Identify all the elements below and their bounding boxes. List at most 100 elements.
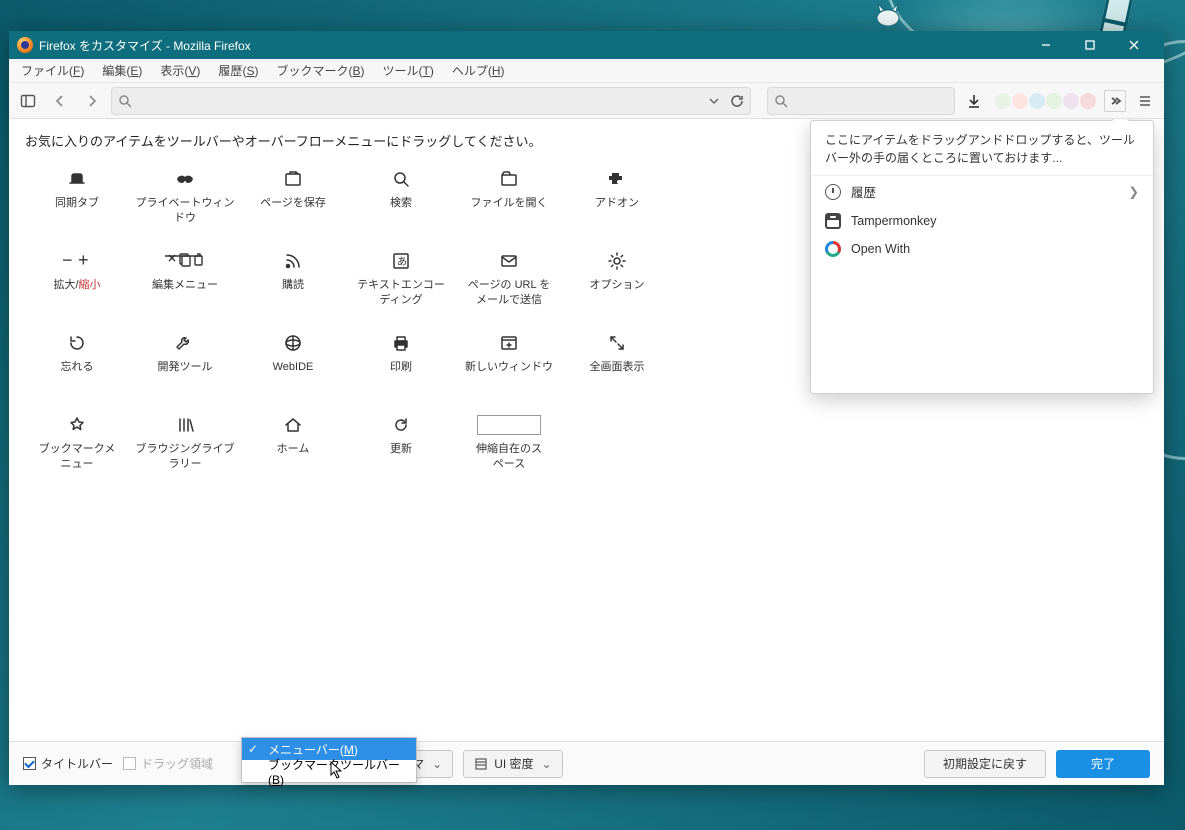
menu-help[interactable]: ヘルプ(H) xyxy=(444,60,513,81)
tile-browsing-library[interactable]: ブラウジングライブ ラリー xyxy=(131,406,239,482)
forward-button[interactable] xyxy=(79,88,105,114)
extension-icon[interactable] xyxy=(1029,93,1045,109)
tile-label: 更新 xyxy=(390,442,412,457)
reset-defaults-button[interactable]: 初期設定に戻す xyxy=(924,750,1046,778)
menu-tools[interactable]: ツール(T) xyxy=(374,60,441,81)
svg-text:あ: あ xyxy=(397,256,407,268)
back-button[interactable] xyxy=(47,88,73,114)
firefox-icon xyxy=(17,37,33,53)
sidebar-toggle-button[interactable] xyxy=(15,88,41,114)
edit-menu-icon xyxy=(165,248,205,274)
menu-view[interactable]: 表示(V) xyxy=(152,60,208,81)
tile-private-window[interactable]: プライベートウィン ドウ xyxy=(131,160,239,236)
tile-feeds[interactable]: 購読 xyxy=(239,242,347,318)
tampermonkey-icon xyxy=(825,213,841,229)
tile-forget[interactable]: 忘れる xyxy=(23,324,131,400)
window-titlebar[interactable]: Firefox をカスタマイズ - Mozilla Firefox xyxy=(9,31,1164,59)
tile-new-window[interactable]: 新しいウィンドウ xyxy=(455,324,563,400)
extension-icon[interactable] xyxy=(995,93,1011,109)
tile-email-link[interactable]: ページの URL を メールで送信 xyxy=(455,242,563,318)
tile-webide[interactable]: WebIDE xyxy=(239,324,347,400)
totoro-icon xyxy=(870,0,906,26)
menu-file[interactable]: ファイル(F) xyxy=(13,60,92,81)
titlebar-checkbox[interactable]: タイトルバー xyxy=(23,755,113,772)
menu-bookmarks[interactable]: ブックマーク(B) xyxy=(268,60,372,81)
button-label: 完了 xyxy=(1091,755,1115,772)
overflow-panel: ここにアイテムをドラッグアンドドロップすると、ツールバー外の手の届くところに置い… xyxy=(810,120,1154,394)
extension-icon[interactable] xyxy=(1046,93,1062,109)
tile-label: ファイルを開く xyxy=(471,196,548,211)
overflow-hint: ここにアイテムをドラッグアンドドロップすると、ツールバー外の手の届くところに置い… xyxy=(811,121,1153,176)
new-window-icon xyxy=(499,330,519,356)
tile-options[interactable]: オプション xyxy=(563,242,671,318)
caret-down-icon: ⌄ xyxy=(542,757,552,771)
tile-zoom[interactable]: −+拡大/縮小 xyxy=(23,242,131,318)
tile-devtools[interactable]: 開発ツール xyxy=(131,324,239,400)
mouse-cursor-icon xyxy=(330,761,344,779)
customize-content: お気に入りのアイテムをツールバーやオーバーフローメニューにドラッグしてください。… xyxy=(9,119,1164,741)
menu-history[interactable]: 履歴(S) xyxy=(210,60,266,81)
chevron-down-icon[interactable] xyxy=(708,95,720,107)
tile-print[interactable]: 印刷 xyxy=(347,324,455,400)
menu-edit[interactable]: 編集(E) xyxy=(94,60,150,81)
extension-icon[interactable] xyxy=(1063,93,1079,109)
extension-icon[interactable] xyxy=(1012,93,1028,109)
popup-bmtoolbar-item[interactable]: ブックマークツールバー(B) xyxy=(242,760,416,782)
button-label: 初期設定に戻す xyxy=(943,755,1027,772)
reload-icon[interactable] xyxy=(730,94,744,108)
overflow-item-label: Open With xyxy=(851,242,910,256)
chevron-right-icon: ❯ xyxy=(1129,184,1139,199)
overflow-item-openwith[interactable]: Open With xyxy=(811,235,1153,263)
overflow-item-label: Tampermonkey xyxy=(851,214,936,228)
tile-synced-tabs[interactable]: 同期タブ xyxy=(23,160,131,236)
forget-icon xyxy=(67,330,87,356)
overflow-item-tampermonkey[interactable]: Tampermonkey xyxy=(811,207,1153,235)
done-button[interactable]: 完了 xyxy=(1056,750,1150,778)
tile-label: 編集メニュー xyxy=(152,278,218,293)
tile-addons[interactable]: アドオン xyxy=(563,160,671,236)
drag-region-checkbox[interactable]: ドラッグ領域 xyxy=(123,755,213,772)
tile-label: ブラウジングライブ ラリー xyxy=(136,442,235,472)
density-icon xyxy=(474,757,488,771)
url-bar[interactable] xyxy=(111,87,751,115)
checkbox-label: ドラッグ領域 xyxy=(141,755,213,772)
synced-tabs-icon xyxy=(67,166,87,192)
firefox-window: Firefox をカスタマイズ - Mozilla Firefox ファイル(F… xyxy=(9,31,1164,785)
tile-label: 同期タブ xyxy=(55,196,99,211)
extension-icon[interactable] xyxy=(1080,93,1096,109)
maximize-button[interactable] xyxy=(1068,31,1112,59)
tile-home[interactable]: ホーム xyxy=(239,406,347,482)
webide-icon xyxy=(283,330,303,356)
search-icon xyxy=(774,94,788,108)
tile-text-encoding[interactable]: あテキストエンコー ディング xyxy=(347,242,455,318)
tile-search[interactable]: 検索 xyxy=(347,160,455,236)
close-button[interactable] xyxy=(1112,31,1156,59)
hamburger-menu[interactable] xyxy=(1132,88,1158,114)
tile-save-page[interactable]: ページを保存 xyxy=(239,160,347,236)
tile-label: 開発ツール xyxy=(158,360,213,375)
tile-fullscreen[interactable]: 全画面表示 xyxy=(563,324,671,400)
tile-bookmarks-menu[interactable]: ブックマークメ ニュー xyxy=(23,406,131,482)
tile-label: ブックマークメ ニュー xyxy=(39,442,116,472)
devtools-icon xyxy=(175,330,195,356)
addons-icon xyxy=(607,166,627,192)
checkbox-label: タイトルバー xyxy=(41,755,113,772)
overflow-item-label: 履歴 xyxy=(851,182,876,201)
downloads-button[interactable] xyxy=(961,88,987,114)
search-box[interactable] xyxy=(767,87,955,115)
overflow-item-history[interactable]: 履歴 ❯ xyxy=(811,176,1153,207)
tile-label: アドオン xyxy=(595,196,639,211)
private-window-icon xyxy=(175,166,195,192)
tile-label: WebIDE xyxy=(273,360,314,375)
svg-text:+: + xyxy=(78,251,89,270)
minimize-button[interactable] xyxy=(1024,31,1068,59)
caret-down-icon: ⌄ xyxy=(432,757,442,771)
tile-edit-menu[interactable]: 編集メニュー xyxy=(131,242,239,318)
tile-label: ホーム xyxy=(277,442,310,457)
home-icon xyxy=(283,412,303,438)
tile-reload[interactable]: 更新 xyxy=(347,406,455,482)
tile-open-file[interactable]: ファイルを開く xyxy=(455,160,563,236)
overflow-button[interactable] xyxy=(1104,90,1126,112)
tile-flexible-space[interactable]: 伸縮自在のス ペース xyxy=(455,406,563,482)
density-dropdown[interactable]: UI 密度 ⌄ xyxy=(463,750,562,778)
